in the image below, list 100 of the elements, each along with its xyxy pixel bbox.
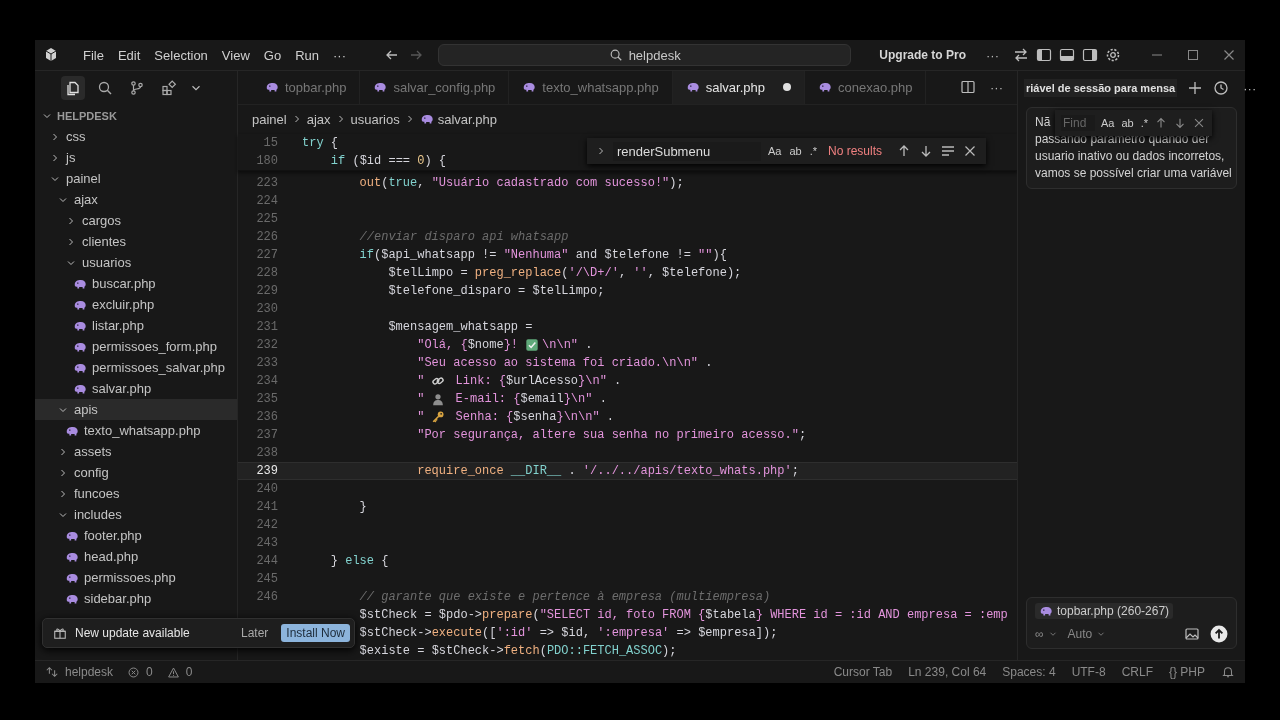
status-item[interactable]: UTF-8 xyxy=(1071,665,1106,679)
line-number: 236 xyxy=(255,410,278,424)
folder-item[interactable]: js xyxy=(35,147,237,168)
folder-item[interactable]: css xyxy=(35,126,237,147)
menu-item[interactable]: Selection xyxy=(148,45,214,65)
chat-input-box[interactable]: topbar.php (260-267) ∞ Auto xyxy=(1026,597,1237,649)
unsaved-dot xyxy=(783,83,791,92)
folder-item[interactable]: config xyxy=(35,462,237,483)
toggle-sidebar-icon[interactable] xyxy=(1036,47,1052,63)
error-count[interactable]: 0 xyxy=(146,665,153,679)
install-now-button[interactable]: Install Now xyxy=(281,624,350,642)
menu-item[interactable]: Run xyxy=(289,45,325,65)
context-chip[interactable]: topbar.php (260-267) xyxy=(1035,603,1174,619)
document-entry[interactable]: listar.php xyxy=(35,315,237,336)
breadcrumb-item[interactable]: usuarios xyxy=(350,111,400,127)
breadcrumb-item[interactable]: ajax xyxy=(306,111,331,127)
document-entry[interactable]: head.php xyxy=(35,546,237,567)
folder-item[interactable]: includes xyxy=(35,504,237,525)
document-entry[interactable]: sidebar.php xyxy=(35,588,237,609)
menu-item[interactable]: File xyxy=(77,45,110,65)
maximize-icon[interactable] xyxy=(1185,47,1201,63)
folder-item[interactable]: clientes xyxy=(35,231,237,252)
remote-icon[interactable] xyxy=(45,665,59,679)
later-button[interactable]: Later xyxy=(235,624,274,642)
code-line: "Por segurança, altere sua senha no primeiro acesso."; xyxy=(417,428,807,442)
folder-item[interactable]: ajax xyxy=(35,189,237,210)
code-line: $telLimpo = preg_replace('/\D+/', '', $telefone); xyxy=(388,266,742,280)
new-chat-icon[interactable] xyxy=(1187,80,1204,96)
editor-tab[interactable]: salvar.php xyxy=(672,71,805,104)
find-option-button[interactable]: ab xyxy=(1120,117,1135,129)
toggle-secondary-sidebar-icon[interactable] xyxy=(1082,47,1098,63)
find-option-button[interactable]: .* xyxy=(808,145,818,157)
folder-item[interactable]: cargos xyxy=(35,210,237,231)
editor-tab[interactable]: topbar.php xyxy=(252,71,361,104)
document-entry[interactable]: buscar.php xyxy=(35,273,237,294)
editor-tab[interactable]: conexao.php xyxy=(805,71,927,104)
explorer-title[interactable]: HELPDESK xyxy=(57,109,117,122)
editor-tab[interactable]: texto_whatsapp.php xyxy=(509,71,673,104)
document-entry[interactable]: footer.php xyxy=(35,525,237,546)
editor-tab[interactable]: salvar_config.php xyxy=(360,71,510,104)
error-icon[interactable] xyxy=(127,665,141,679)
mode-selector[interactable]: ∞ xyxy=(1035,627,1058,641)
settings-icon[interactable] xyxy=(1105,47,1121,63)
upgrade-button[interactable]: Upgrade to Pro xyxy=(873,46,972,64)
code-line: " Link: {$urlAcesso}\n" . xyxy=(417,374,622,388)
status-item[interactable]: Ln 239, Col 64 xyxy=(908,665,987,679)
warning-count[interactable]: 0 xyxy=(185,665,193,679)
folder-item[interactable]: assets xyxy=(35,441,237,462)
model-selector[interactable]: Auto xyxy=(1067,627,1107,641)
more-button[interactable]: ··· xyxy=(986,79,1007,95)
code-line: if($api_whatsapp != "Nenhuma" and $telefone != ""){ xyxy=(359,248,727,262)
status-item[interactable]: Spaces: 4 xyxy=(1002,665,1056,679)
document-entry[interactable]: permissoes_form.php xyxy=(35,336,237,357)
bell-icon[interactable] xyxy=(1221,665,1235,679)
command-center-search[interactable]: helpdesk xyxy=(438,44,852,66)
menu-item[interactable]: Edit xyxy=(111,45,147,65)
breadcrumb-item[interactable]: salvar.php xyxy=(437,111,497,127)
line-number: 226 xyxy=(255,230,278,244)
find-input-field[interactable]: renderSubmenu xyxy=(612,141,761,161)
document-entry[interactable]: permissoes_salvar.php xyxy=(35,357,237,378)
history-icon[interactable] xyxy=(1213,80,1230,96)
breadcrumb-item[interactable]: painel xyxy=(252,111,287,127)
more-menu-button[interactable]: ··· xyxy=(327,45,352,65)
folder-item[interactable]: painel xyxy=(35,168,237,189)
code-line: " E-mail: {$email}\n" . xyxy=(417,392,607,406)
warning-icon[interactable] xyxy=(166,665,180,679)
toggle-panel-icon[interactable] xyxy=(1059,47,1075,63)
status-item[interactable]: {} PHP xyxy=(1168,665,1205,679)
split-editor-icon[interactable] xyxy=(960,79,976,96)
menu-item[interactable]: Go xyxy=(257,45,288,65)
code-line: $existe = $stCheck->fetch(PDO::FETCH_ASSOC); xyxy=(359,644,677,658)
more-button[interactable]: ··· xyxy=(982,47,1003,63)
find-option-button[interactable]: ab xyxy=(788,145,803,157)
menu-item[interactable]: View xyxy=(215,45,256,65)
line-number: 244 xyxy=(255,554,278,568)
document-entry[interactable]: texto_whatsapp.php xyxy=(35,420,237,441)
chat-tab[interactable]: riável de sessão para mensa xyxy=(1024,79,1178,97)
folder-item[interactable]: apis xyxy=(35,399,237,420)
find-input-field[interactable]: Find xyxy=(1061,115,1095,131)
status-item[interactable]: CRLF xyxy=(1121,665,1153,679)
swap-arrows-icon[interactable] xyxy=(1013,47,1029,63)
more-button[interactable]: ··· xyxy=(1239,80,1261,96)
status-item[interactable]: Cursor Tab xyxy=(833,665,893,679)
send-icon[interactable] xyxy=(1210,625,1228,643)
find-option-button[interactable]: Aa xyxy=(766,145,783,157)
notification-message: New update available xyxy=(75,626,190,640)
folder-item[interactable]: usuarios xyxy=(35,252,237,273)
document-entry[interactable]: excluir.php xyxy=(35,294,237,315)
code-line: } else { xyxy=(330,554,389,568)
status-workspace[interactable]: helpdesk xyxy=(65,665,114,679)
find-in-selection-icon[interactable] xyxy=(940,143,956,159)
image-icon[interactable] xyxy=(1184,626,1200,642)
chain-link-icon xyxy=(431,374,446,388)
gift-icon xyxy=(53,626,67,640)
document-entry[interactable]: salvar.php xyxy=(35,378,237,399)
find-option-button[interactable]: Aa xyxy=(1100,117,1116,129)
folder-item[interactable]: funcoes xyxy=(35,483,237,504)
activity-explorer-button[interactable] xyxy=(61,76,85,100)
document-entry[interactable]: permissoes.php xyxy=(35,567,237,588)
find-option-button[interactable]: .* xyxy=(1139,117,1150,129)
